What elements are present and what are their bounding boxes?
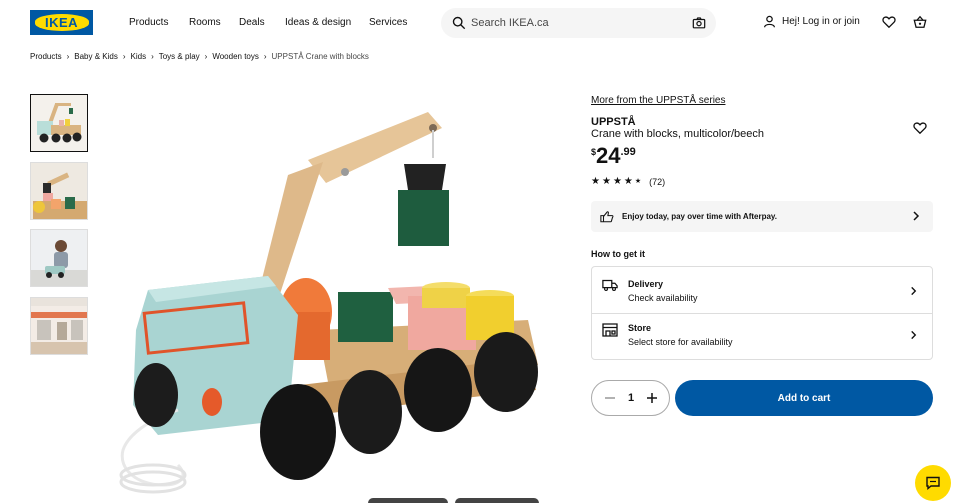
site-header: IKEA Products Rooms Deals Ideas & design… <box>0 0 960 46</box>
camera-icon[interactable] <box>692 16 706 30</box>
store-icon <box>602 323 618 337</box>
ikea-logo[interactable]: IKEA <box>30 10 93 35</box>
user-icon <box>764 15 775 28</box>
breadcrumb-current: UPPSTÅ Crane with blocks <box>271 52 369 61</box>
nav-services[interactable]: Services <box>369 17 407 28</box>
favourite-heart-icon[interactable] <box>913 121 927 135</box>
breadcrumb-item[interactable]: Kids <box>131 52 147 61</box>
product-main-image <box>119 112 538 494</box>
product-description: Crane with blocks, multicolor/beech <box>591 128 765 140</box>
chat-icon <box>926 476 940 490</box>
star-icon: ★ <box>601 176 611 187</box>
breadcrumb: Products › Baby & Kids › Kids › Toys & play… <box>30 52 369 61</box>
ikea-logo-text: IKEA <box>34 14 89 31</box>
delivery-title: Delivery <box>628 279 664 289</box>
afterpay-icon <box>600 211 614 223</box>
thumbnail-2[interactable] <box>30 162 88 220</box>
review-count: (72) <box>649 177 666 187</box>
breadcrumb-item[interactable]: Products <box>30 52 62 61</box>
series-link[interactable]: More from the UPPSTÅ series <box>591 95 725 106</box>
rating[interactable]: ★ ★ ★ ★ ★ (72) <box>591 176 666 188</box>
thumbnail-1[interactable] <box>30 94 88 152</box>
half-star-icon: ★ <box>634 178 642 185</box>
chevron-right-icon <box>911 286 917 296</box>
login-link[interactable]: Hej! Log in or join <box>763 15 860 28</box>
minus-icon[interactable] <box>603 391 617 405</box>
store-option[interactable]: Store Select store for availability <box>592 314 932 360</box>
thumbnail-3[interactable] <box>30 229 88 287</box>
search-bar[interactable]: Search IKEA.ca <box>441 8 716 38</box>
chat-button[interactable] <box>915 465 951 501</box>
chevron-right-icon: › <box>66 52 70 61</box>
product-name: UPPSTÅ <box>591 116 636 128</box>
star-icon: ★ <box>623 176 633 187</box>
chevron-right-icon <box>911 330 917 340</box>
truck-icon <box>602 279 618 291</box>
thumbnail-4[interactable] <box>30 297 88 355</box>
plus-icon[interactable] <box>645 391 659 405</box>
add-to-cart-button[interactable]: Add to cart <box>675 380 933 416</box>
price-integer: 24 <box>596 143 621 168</box>
product-price: $ 24 .99 <box>591 144 636 168</box>
breadcrumb-item[interactable]: Wooden toys <box>212 52 259 61</box>
carousel-control[interactable] <box>368 498 448 503</box>
crane-thumbnail-image <box>31 95 87 151</box>
login-text: Hej! Log in or join <box>782 16 860 27</box>
carousel-control[interactable] <box>455 498 539 503</box>
delivery-subtitle: Check availability <box>628 293 698 303</box>
chevron-right-icon: › <box>122 52 126 61</box>
breadcrumb-item[interactable]: Baby & Kids <box>74 52 118 61</box>
store-title: Store <box>628 323 652 333</box>
afterpay-banner[interactable]: Enjoy today, pay over time with Afterpay… <box>591 201 933 232</box>
price-decimal: .99 <box>620 146 636 158</box>
fulfilment-options: Delivery Check availability Store Select… <box>591 266 933 360</box>
store-subtitle: Select store for availability <box>628 337 733 347</box>
nav-deals[interactable]: Deals <box>239 17 265 28</box>
afterpay-text: Enjoy today, pay over time with Afterpay… <box>622 212 777 221</box>
delivery-option[interactable]: Delivery Check availability <box>592 267 932 313</box>
basket-icon[interactable] <box>913 15 927 29</box>
star-icon: ★ <box>591 176 600 187</box>
quantity-stepper[interactable]: 1 <box>591 380 670 416</box>
nav-ideas-design[interactable]: Ideas & design <box>285 17 351 28</box>
star-icon: ★ <box>612 176 622 187</box>
nav-products[interactable]: Products <box>129 17 168 28</box>
search-input[interactable]: Search IKEA.ca <box>471 17 549 29</box>
child-playing-image <box>31 230 87 286</box>
quantity-value[interactable]: 1 <box>628 392 634 404</box>
how-to-get-it-heading: How to get it <box>591 249 645 259</box>
nav-rooms[interactable]: Rooms <box>189 17 221 28</box>
chevron-right-icon: › <box>151 52 154 61</box>
heart-icon[interactable] <box>882 15 896 29</box>
chevron-right-icon: › <box>263 52 267 61</box>
chevron-right-icon: › <box>204 52 208 61</box>
search-icon <box>452 16 466 30</box>
blocks-closeup-image <box>31 163 87 219</box>
chevron-right-icon <box>913 211 920 221</box>
breadcrumb-item[interactable]: Toys & play <box>159 52 200 61</box>
room-scene-image <box>31 298 87 354</box>
